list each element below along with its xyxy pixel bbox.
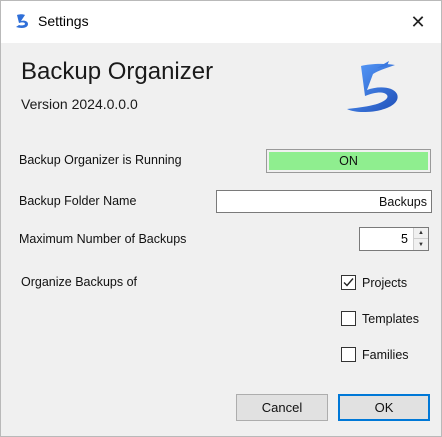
window-title: Settings [38,13,89,29]
folder-label: Backup Folder Name [19,194,137,208]
dialog-content: Backup Organizer Version 2024.0.0.0 Back… [1,43,441,436]
stepper-down-button[interactable]: ▼ [413,239,428,250]
checkbox-label: Projects [362,275,408,290]
checkbox-families[interactable]: Families [341,347,409,362]
close-button[interactable]: ✕ [395,1,441,43]
running-status-text: ON [269,152,428,170]
organize-label: Organize Backups of [21,275,138,289]
triangle-up-icon: ▲ [418,230,424,236]
title-bar: Settings ✕ [1,1,441,43]
checkmark-icon [343,278,354,287]
app-title: Backup Organizer [21,58,214,85]
max-backups-value[interactable]: 5 [360,228,412,250]
checkbox-box[interactable] [341,347,356,362]
cancel-button[interactable]: Cancel [236,394,328,421]
ok-button[interactable]: OK [338,394,430,421]
app-logo-icon [16,14,28,28]
close-icon: ✕ [410,11,426,32]
checkbox-box[interactable] [341,275,356,290]
max-backups-stepper[interactable]: 5 ▲ ▼ [359,227,429,251]
stepper-up-button[interactable]: ▲ [413,228,428,239]
checkbox-projects[interactable]: Projects [341,275,407,290]
settings-window: Settings ✕ Backup Organizer Version 2024… [0,0,442,437]
running-label: Backup Organizer is Running [19,153,182,167]
checkbox-label: Templates [362,311,419,326]
version-label: Version 2024.0.0.0 [21,96,138,112]
checkbox-box[interactable] [341,311,356,326]
stylized-b-logo-icon [347,61,398,112]
triangle-down-icon: ▼ [418,241,424,248]
backup-folder-input[interactable] [216,190,432,213]
running-status-indicator: ON [266,149,431,173]
max-backups-label: Maximum Number of Backups [19,232,187,246]
checkbox-label: Families [362,347,409,362]
checkbox-templates[interactable]: Templates [341,311,419,326]
